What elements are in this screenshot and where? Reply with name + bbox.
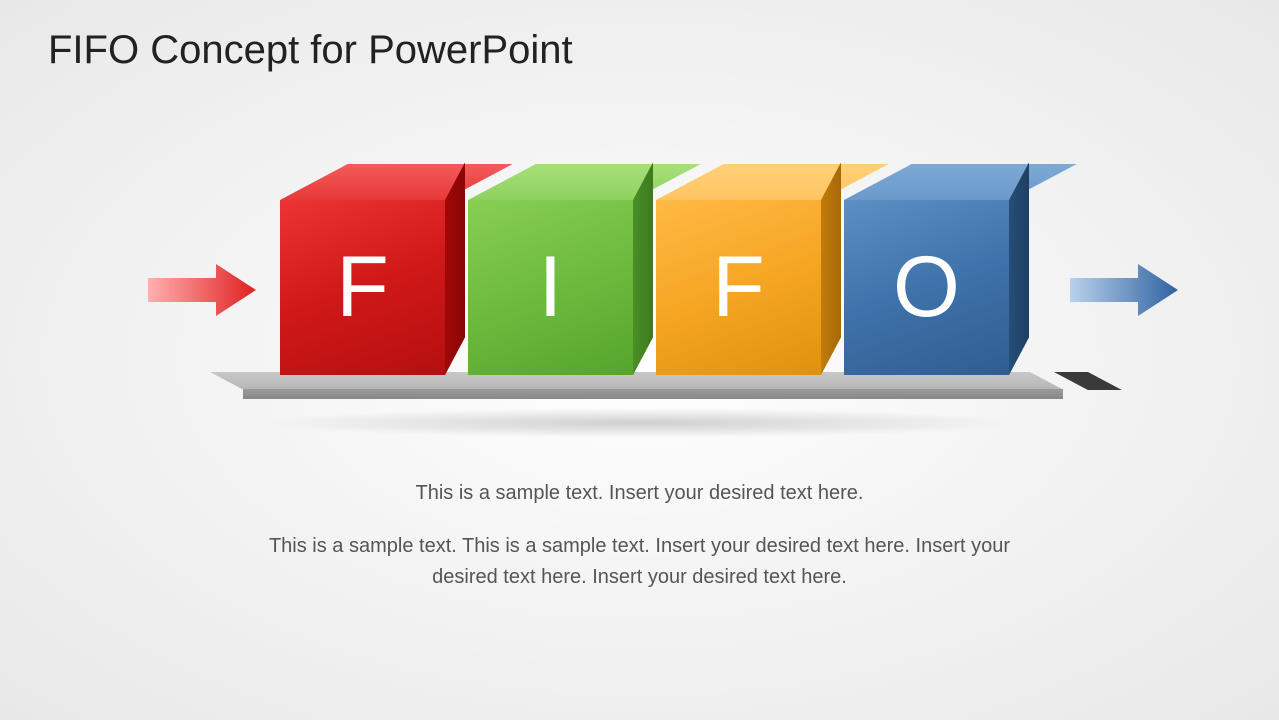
arrow-out-icon: [1070, 260, 1180, 320]
body-line-2: This is a sample text. This is a sample …: [0, 531, 1279, 593]
cube-o: O: [844, 200, 1009, 375]
cube-f-1: F: [280, 200, 445, 375]
cube-i: I: [468, 200, 633, 375]
fifo-diagram: F I F O: [0, 180, 1279, 440]
slide-title: FIFO Concept for PowerPoint: [48, 28, 573, 73]
cube-letter: F: [712, 238, 765, 337]
cube-letter: O: [893, 238, 960, 337]
cube-letter: I: [539, 238, 563, 337]
cube-f-2: F: [656, 200, 821, 375]
body-line-1: This is a sample text. Insert your desir…: [0, 478, 1279, 509]
body-text-block: This is a sample text. Insert your desir…: [0, 478, 1279, 615]
platform-shadow: [260, 408, 1020, 438]
arrow-in-icon: [148, 260, 258, 320]
cube-letter: F: [336, 238, 389, 337]
